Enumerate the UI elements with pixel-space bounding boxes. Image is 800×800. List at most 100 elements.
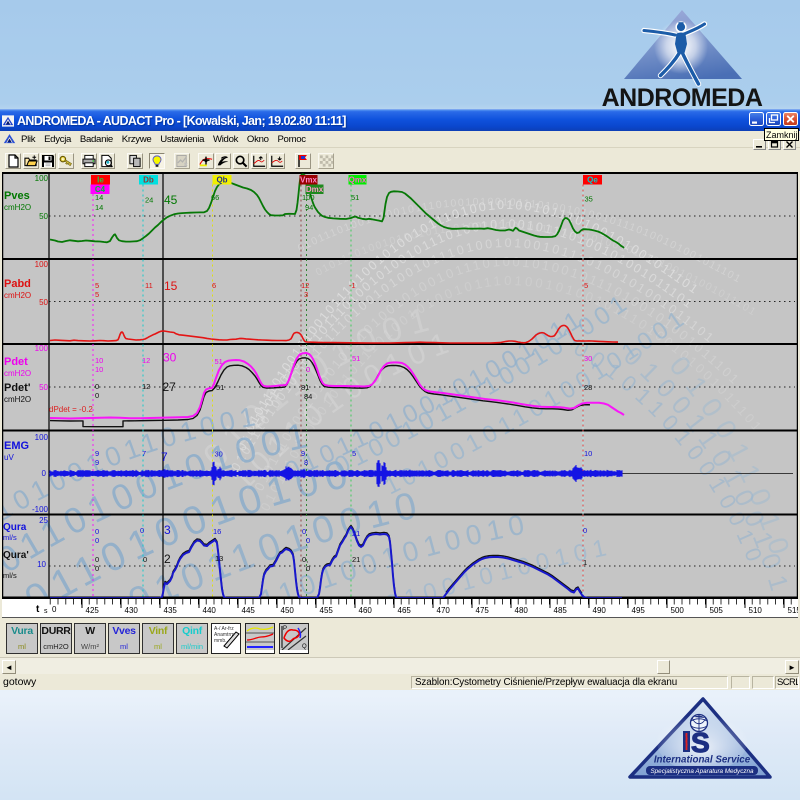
svg-text:ml/s: ml/s — [3, 571, 17, 580]
svg-text:430: 430 — [125, 606, 139, 615]
svg-text:50: 50 — [39, 383, 48, 392]
svg-text:100: 100 — [35, 433, 49, 442]
svg-text:470: 470 — [437, 606, 451, 615]
svg-text:495: 495 — [632, 606, 646, 615]
svg-text:Ie: Ie — [97, 176, 104, 185]
svg-text:7: 7 — [161, 450, 168, 464]
svg-text:s: s — [44, 608, 48, 615]
svg-text:13: 13 — [215, 554, 223, 563]
svg-text:66: 66 — [211, 193, 219, 202]
svg-text:510: 510 — [749, 606, 763, 615]
svg-text:9: 9 — [95, 449, 99, 458]
svg-text:cmH2O: cmH2O — [4, 203, 31, 212]
svg-text:Pabd: Pabd — [4, 278, 31, 290]
svg-text:9: 9 — [95, 458, 99, 467]
svg-text:505: 505 — [710, 606, 724, 615]
svg-text:Qe: Qe — [587, 176, 598, 185]
svg-text:-1: -1 — [349, 281, 356, 290]
svg-text:Pdet: Pdet — [4, 356, 28, 368]
svg-text:5: 5 — [95, 281, 99, 290]
svg-text:cmH2O: cmH2O — [4, 291, 31, 300]
svg-text:100: 100 — [302, 193, 315, 202]
svg-text:465: 465 — [398, 606, 412, 615]
svg-text:Specjalistyczna Aparatura Medy: Specjalistyczna Aparatura Medyczna — [650, 768, 754, 775]
svg-text:EMG: EMG — [4, 440, 29, 452]
svg-text:45: 45 — [164, 193, 178, 207]
svg-text:425: 425 — [86, 606, 100, 615]
svg-text:2: 2 — [164, 552, 171, 566]
svg-text:0: 0 — [306, 536, 310, 545]
svg-text:Q: Q — [302, 644, 307, 650]
svg-text:Vmx: Vmx — [300, 176, 317, 185]
svg-text:460: 460 — [359, 606, 373, 615]
svg-text:1: 1 — [583, 558, 587, 567]
svg-text:10: 10 — [95, 365, 103, 374]
svg-text:ANDROMEDA: ANDROMEDA — [602, 84, 763, 110]
svg-text:14: 14 — [95, 203, 103, 212]
svg-text:100: 100 — [35, 344, 49, 353]
svg-text:21: 21 — [352, 529, 360, 538]
svg-text:dPdet = -0.2: dPdet = -0.2 — [49, 405, 93, 414]
svg-text:S: S — [691, 727, 710, 758]
svg-text:0: 0 — [306, 365, 310, 374]
svg-text:28: 28 — [584, 383, 592, 392]
svg-text:ml/s: ml/s — [3, 533, 17, 542]
svg-text:5: 5 — [95, 290, 99, 299]
svg-text:455: 455 — [320, 606, 334, 615]
svg-text:10: 10 — [95, 356, 103, 365]
svg-text:27: 27 — [163, 380, 177, 394]
svg-text:25: 25 — [39, 516, 48, 525]
svg-text:Pdet': Pdet' — [4, 382, 31, 394]
svg-text:490: 490 — [593, 606, 607, 615]
svg-text:10: 10 — [37, 560, 46, 569]
svg-text:445: 445 — [242, 606, 256, 615]
svg-text:100: 100 — [35, 260, 49, 269]
svg-text:450: 450 — [281, 606, 295, 615]
svg-text:0: 0 — [302, 527, 306, 536]
svg-text:8: 8 — [304, 458, 308, 467]
svg-text:cmH2O: cmH2O — [4, 369, 31, 378]
svg-text:30: 30 — [584, 354, 592, 363]
svg-text:7: 7 — [142, 449, 146, 458]
svg-text:0: 0 — [143, 555, 147, 564]
svg-text:P: P — [283, 626, 287, 632]
svg-text:24: 24 — [145, 196, 153, 205]
svg-text:Pves: Pves — [4, 190, 30, 202]
svg-text:11: 11 — [145, 281, 153, 290]
svg-text:0: 0 — [583, 526, 587, 535]
svg-text:21: 21 — [352, 555, 360, 564]
svg-text:10: 10 — [584, 449, 592, 458]
svg-text:3: 3 — [164, 523, 171, 537]
svg-text:Db: Db — [143, 176, 154, 185]
svg-text:16: 16 — [213, 527, 221, 536]
svg-text:500: 500 — [671, 606, 685, 615]
svg-text:81: 81 — [301, 383, 309, 392]
svg-text:0: 0 — [95, 391, 99, 400]
svg-text:Qura: Qura — [3, 522, 27, 533]
svg-text:435: 435 — [164, 606, 178, 615]
svg-text:515: 515 — [788, 606, 799, 615]
svg-text:480: 480 — [515, 606, 529, 615]
svg-text:cmH2O: cmH2O — [4, 395, 31, 404]
svg-text:51: 51 — [215, 357, 223, 366]
svg-text:Qb: Qb — [216, 176, 227, 185]
svg-text:uV: uV — [4, 453, 14, 462]
svg-text:485: 485 — [554, 606, 568, 615]
svg-text:0: 0 — [95, 527, 99, 536]
svg-text:6: 6 — [212, 281, 216, 290]
svg-text:0: 0 — [42, 469, 47, 478]
svg-text:0: 0 — [95, 382, 99, 391]
svg-text:-100: -100 — [32, 505, 49, 514]
svg-text:12: 12 — [301, 281, 309, 290]
svg-text:51: 51 — [351, 193, 359, 202]
svg-text:50: 50 — [39, 212, 48, 221]
svg-text:14: 14 — [95, 193, 103, 202]
svg-text:51: 51 — [216, 383, 224, 392]
svg-text:International Service: International Service — [654, 755, 751, 766]
svg-text:Qmx: Qmx — [349, 176, 367, 185]
svg-text:94: 94 — [305, 203, 313, 212]
svg-text:0: 0 — [95, 564, 99, 573]
svg-text:3: 3 — [304, 290, 308, 299]
svg-text:30: 30 — [215, 450, 223, 459]
svg-text:5: 5 — [584, 281, 588, 290]
